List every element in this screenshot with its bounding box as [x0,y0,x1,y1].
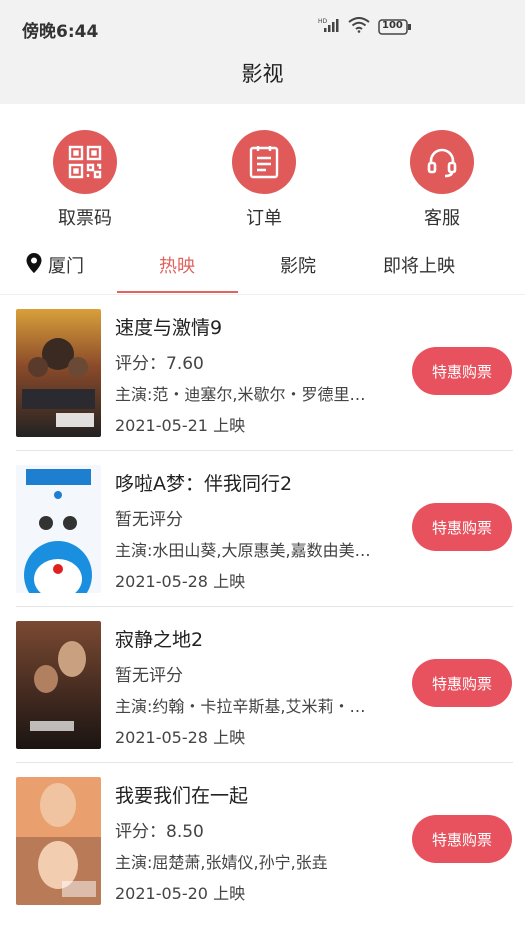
active-tab-indicator [117,291,238,293]
customer-service-label: 客服 [424,208,460,229]
movie-item[interactable]: 寂静之地2 暂无评分 主演:约翰・卡拉辛斯基,艾米莉・… 2021-05-28 … [0,607,525,763]
movie-title: 寂静之地2 [115,629,204,651]
location-label: 厦门 [48,256,84,277]
ticket-code-button[interactable]: 取票码 [30,130,140,230]
status-bar: 傍晚6:44 HD 100 [0,0,525,56]
location-selector[interactable]: 厦门 [26,252,84,278]
orders-button[interactable]: 订单 [209,130,319,230]
movie-title: 哆啦A梦：伴我同行2 [115,473,293,495]
movie-poster[interactable] [16,777,101,905]
movie-score: 暂无评分 [115,510,183,530]
movie-poster[interactable] [16,309,101,437]
movie-poster[interactable] [16,465,101,593]
battery-level: 100 [382,20,403,31]
movie-item[interactable]: 哆啦A梦：伴我同行2 暂无评分 主演:水田山葵,大原惠美,嘉数由美… 2021-… [0,451,525,607]
movie-cast: 主演:水田山葵,大原惠美,嘉数由美… [115,541,371,560]
movie-item[interactable]: 我要我们在一起 评分：8.50 主演:屈楚萧,张婧仪,孙宁,张垚 2021-05… [0,763,525,919]
page-title: 影视 [241,62,284,86]
status-icons: HD 100 [318,17,412,37]
buy-ticket-button[interactable]: 特惠购票 [412,659,512,707]
movie-cast: 主演:屈楚萧,张婧仪,孙宁,张垚 [115,853,328,872]
location-pin-icon [26,252,42,278]
orders-label: 订单 [246,208,282,229]
page-title-bar: 影视 [0,56,525,104]
buy-ticket-button[interactable]: 特惠购票 [412,347,512,395]
tab-coming-soon[interactable]: 即将上映 [383,252,455,278]
movie-release-date: 2021-05-20 上映 [115,884,246,903]
movie-title: 速度与激情9 [115,317,223,339]
customer-service-button[interactable]: 客服 [387,130,497,230]
tab-now-showing[interactable]: 热映 [159,252,195,278]
movie-cast: 主演:约翰・卡拉辛斯基,艾米莉・… [115,697,366,716]
movie-cast: 主演:范・迪塞尔,米歇尔・罗德里… [115,385,366,404]
tab-cinemas[interactable]: 影院 [280,252,316,278]
status-time: 傍晚6:44 [22,22,99,42]
signal-icon: HD [318,17,340,37]
movie-release-date: 2021-05-28 上映 [115,728,246,747]
movie-score: 评分：8.50 [115,822,204,842]
buy-ticket-button[interactable]: 特惠购票 [412,503,512,551]
qr-code-icon [53,130,117,194]
wifi-icon [348,17,370,37]
movie-score: 暂无评分 [115,666,183,686]
quick-actions: 取票码 订单 客服 [0,104,525,232]
movie-release-date: 2021-05-28 上映 [115,572,246,591]
movie-item[interactable]: 速度与激情9 评分：7.60 主演:范・迪塞尔,米歇尔・罗德里… 2021-05… [0,295,525,451]
ticket-code-label: 取票码 [58,208,112,229]
movie-release-date: 2021-05-21 上映 [115,416,246,435]
buy-ticket-button[interactable]: 特惠购票 [412,815,512,863]
tab-bar: 厦门 热映 影院 即将上映 [0,232,525,295]
movie-score: 评分：7.60 [115,354,204,374]
movie-poster[interactable] [16,621,101,749]
battery-icon: 100 [378,19,412,35]
headset-icon [410,130,474,194]
order-list-icon [232,130,296,194]
movie-title: 我要我们在一起 [115,785,249,807]
svg-text:HD: HD [318,18,328,25]
